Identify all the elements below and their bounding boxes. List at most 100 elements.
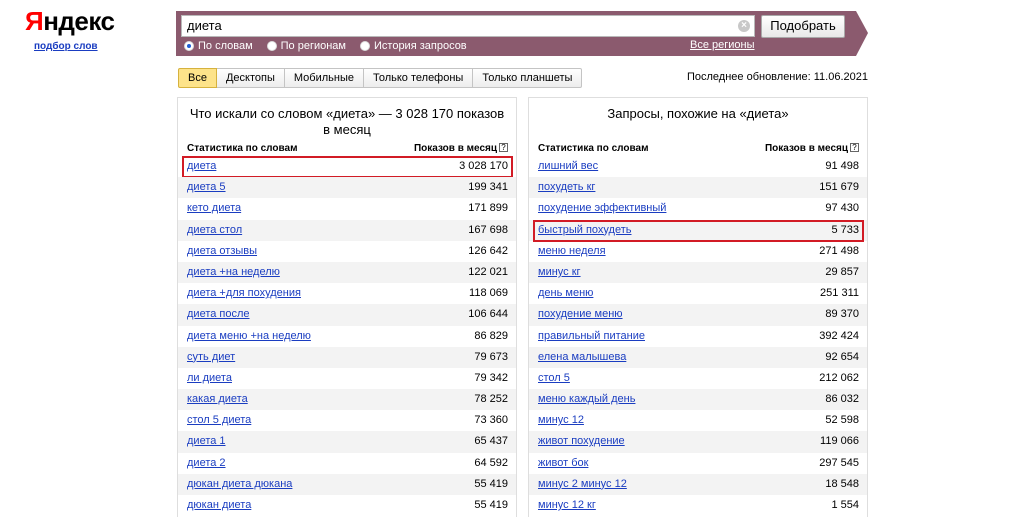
search-mode-group: По словам По регионам История запросов — [184, 38, 481, 53]
keyword-link[interactable]: диета 2 — [187, 453, 226, 474]
keyword-link[interactable]: похудение меню — [538, 304, 623, 325]
help-icon[interactable]: ? — [499, 143, 508, 152]
search-input[interactable]: диета — [181, 15, 755, 37]
keyword-link[interactable]: диета 1 — [187, 431, 226, 452]
table-row: минус 2 минус 12 18 548 — [529, 473, 867, 495]
table-row: живот бок 297 545 — [529, 453, 867, 474]
impressions-count: 271 498 — [819, 244, 859, 257]
impressions-count: 92 654 — [825, 350, 859, 363]
keyword-link[interactable]: диета 5 — [187, 177, 226, 198]
table-row: елена малышева 92 654 — [529, 346, 867, 368]
mode-label: По регионам — [280, 39, 346, 52]
submit-button[interactable]: Подобрать — [761, 15, 845, 38]
table-row: похудение эффективный 97 430 — [529, 198, 867, 219]
table-row: диета меню +на неделю 86 829 — [178, 326, 516, 347]
impressions-count: 392 424 — [819, 329, 859, 342]
keyword-link[interactable]: лишний вес — [538, 156, 598, 177]
mode-by-words[interactable]: По словам — [184, 40, 253, 52]
impressions-count: 18 548 — [825, 477, 859, 490]
keyword-link[interactable]: диета отзывы — [187, 241, 257, 262]
keyword-link[interactable]: минус 12 — [538, 410, 584, 431]
table-row: дюкан диета 55 419 — [178, 495, 516, 516]
tab-desktops[interactable]: Десктопы — [216, 68, 285, 88]
impressions-count: 251 311 — [820, 287, 859, 300]
clear-icon[interactable]: × — [738, 20, 750, 32]
keyword-link[interactable]: суть диет — [187, 347, 235, 368]
keyword-link[interactable]: минус 2 минус 12 — [538, 474, 627, 495]
mode-label: По словам — [198, 39, 253, 52]
help-icon[interactable]: ? — [850, 143, 859, 152]
keyword-link[interactable]: диета +на неделю — [187, 262, 280, 283]
table-row: минус кг 29 857 — [529, 261, 867, 284]
table-row: день меню 251 311 — [529, 283, 867, 304]
col-keyword-label: Статистика по словам — [538, 143, 649, 154]
radio-icon — [266, 40, 277, 51]
table-row: диета после 106 644 — [178, 304, 516, 326]
impressions-count: 5 733 — [831, 223, 859, 236]
left-panel: Что искали со словом «диета» — 3 028 170… — [177, 97, 517, 517]
keyword-link[interactable]: похудеть кг — [538, 177, 595, 198]
table-row: дюкан диета дюкана 55 419 — [178, 473, 516, 495]
table-row: похудение меню 89 370 — [529, 304, 867, 326]
keyword-link[interactable]: диета меню +на неделю — [187, 326, 311, 347]
keyword-link[interactable]: меню каждый день — [538, 389, 635, 410]
tab-mobile[interactable]: Мобильные — [284, 68, 364, 88]
keyword-link[interactable]: похудение эффективный — [538, 198, 666, 219]
table-row: суть диет 79 673 — [178, 346, 516, 368]
table-row: стол 5 диета 73 360 — [178, 410, 516, 431]
keyword-link[interactable]: правильный питание — [538, 326, 645, 347]
wordstat-page: Яндекс подбор слов диета × Подобрать По … — [0, 0, 1024, 517]
keyword-link[interactable]: кето диета — [187, 198, 241, 219]
mode-by-regions[interactable]: По регионам — [266, 39, 346, 52]
left-panel-title: Что искали со словом «диета» — 3 028 170… — [189, 106, 505, 137]
keyword-link[interactable]: диета +для похудения — [187, 283, 301, 304]
table-row: диета 5 199 341 — [178, 177, 516, 199]
tab-all[interactable]: Все — [178, 68, 217, 88]
keyword-link[interactable]: живот бок — [538, 453, 588, 474]
col-count-header: Показов в месяц? — [765, 142, 859, 156]
keyword-link[interactable]: минус кг — [538, 262, 581, 283]
keyword-link[interactable]: диета стол — [187, 220, 242, 241]
search-band-arrow — [856, 11, 868, 56]
table-row: диета 3 028 170 — [178, 156, 516, 179]
table-row: минус 12 кг 1 554 — [529, 495, 867, 516]
keyword-link[interactable]: день меню — [538, 283, 593, 304]
impressions-count: 91 498 — [825, 160, 859, 172]
impressions-count: 122 021 — [468, 265, 508, 278]
keyword-link[interactable]: живот похудение — [538, 431, 625, 452]
impressions-count: 86 829 — [474, 329, 508, 342]
table-row: меню неделя 271 498 — [529, 241, 867, 262]
keyword-link[interactable]: дюкан диета — [187, 495, 251, 516]
keyword-link[interactable]: диета — [187, 156, 216, 177]
keyword-link[interactable]: меню неделя — [538, 241, 606, 262]
keyword-link[interactable]: дюкан диета дюкана — [187, 474, 292, 495]
right-column-header: Статистика по словам Показов в месяц? — [529, 142, 867, 156]
keyword-link[interactable]: быстрый похудеть — [538, 220, 632, 241]
tab-tablets-only[interactable]: Только планшеты — [473, 68, 583, 88]
impressions-count: 1 554 — [831, 499, 859, 511]
keyword-link[interactable]: какая диета — [187, 389, 248, 410]
table-row: диета +на неделю 122 021 — [178, 261, 516, 284]
left-column-header: Статистика по словам Показов в месяц? — [178, 142, 516, 156]
impressions-count: 78 252 — [474, 393, 508, 406]
keyword-link[interactable]: елена малышева — [538, 347, 626, 368]
table-row: лишний вес 91 498 — [529, 156, 867, 177]
keyword-link[interactable]: диета после — [187, 304, 250, 325]
table-row: меню каждый день 86 032 — [529, 389, 867, 411]
impressions-count: 171 899 — [468, 202, 508, 215]
keyword-link[interactable]: ли диета — [187, 368, 232, 389]
tab-phones-only[interactable]: Только телефоны — [363, 68, 474, 88]
yandex-logo[interactable]: Яндекс — [25, 5, 115, 37]
col-count-label: Показов в месяц — [413, 143, 497, 154]
impressions-count: 212 062 — [819, 371, 859, 384]
keyword-link[interactable]: стол 5 диета — [187, 410, 251, 431]
keyword-link[interactable]: стол 5 — [538, 368, 570, 389]
keyword-link[interactable]: минус 12 кг — [538, 495, 596, 516]
all-regions-link[interactable]: Все регионы — [690, 39, 755, 51]
wordstat-link[interactable]: подбор слов — [34, 41, 110, 52]
impressions-count: 55 419 — [474, 499, 508, 511]
mode-history[interactable]: История запросов — [360, 40, 467, 52]
logo-first-letter: Я — [25, 6, 44, 36]
table-row: быстрый похудеть 5 733 — [529, 219, 867, 242]
table-row: похудеть кг 151 679 — [529, 177, 867, 199]
